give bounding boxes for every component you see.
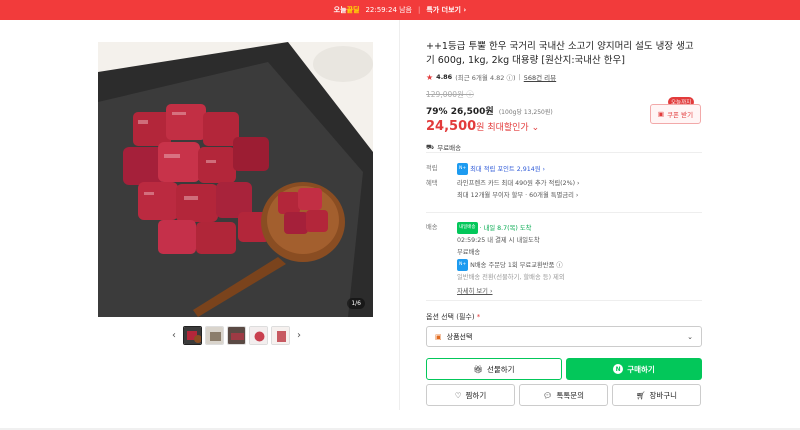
star-icon: ★ [426,72,434,82]
thumbnail-strip: ‹ › [168,324,305,346]
section-divider [426,212,702,213]
review-count-link[interactable]: 568건 리뷰 [524,72,556,82]
best-price: 24,500 [426,119,477,134]
coupon-label: 쿠폰 받기 [667,111,694,119]
top-deal-banner[interactable]: 오늘끝딜 22:59:24 남음 | 특가 더보기 › [0,0,800,20]
rating-score: 4.86 [436,73,453,81]
gift-button[interactable]: 🎁︎ 선물하기 [426,358,562,380]
thumbnail[interactable] [205,325,224,345]
points-key: 적립 [426,165,438,172]
naver-pay-icon: N [613,364,624,374]
column-divider [399,20,400,410]
exchange-info[interactable]: N배송 주문당 1회 무료교환반품 ⓘ [470,262,563,269]
npay-badge: N+ [457,163,469,175]
cart-icon: 🛒︎ [635,390,646,400]
wish-label: 찜하기 [465,390,487,400]
thumbnail[interactable] [271,325,290,345]
required-mark: * [476,313,481,321]
thumbnail[interactable] [249,325,268,345]
heart-icon: ♡ [454,390,462,400]
gift-icon: 🎁︎ [473,364,483,374]
section-divider [426,152,702,153]
coupon-button[interactable]: ▣ 쿠폰 받기 [650,104,701,124]
chevron-down-icon: ⌄ [687,332,693,341]
product-option-icon: ▣ [435,332,442,341]
beef-photo [98,42,373,317]
banner-separator: | [418,6,421,14]
section-divider [426,300,702,301]
arrival-date: · 내일 8.7(목) 도착 [479,225,532,232]
option-select-value: 상품선택 [446,332,473,341]
thumbnail[interactable] [183,325,202,345]
image-page-indicator: 1/6 [347,298,365,309]
shipping-text: 무료배송 [437,144,462,152]
benefit-card-link[interactable]: 라인프렌즈 카드 최대 490원 추가 적립(2%) › [457,178,697,190]
delivery-key: 배송 [426,224,438,231]
best-price-label: 원 최대할인가 ⌄ [476,123,540,133]
discount-percent: 79% [426,107,448,117]
talk-label: 톡톡문의 [556,390,585,400]
sale-price: 26,500원 [450,107,494,117]
deal-timer: 22:59:24 남음 [365,6,412,14]
buy-button[interactable]: N 구매하기 [566,358,702,380]
delivery-detail-link[interactable]: 자세히 보기 › [457,286,697,298]
option-label: 옵션 선택 (필수) * [426,313,481,321]
thumbnail[interactable] [227,325,246,345]
rating-detail: (최근 6개월 4.82 ⓘ) [455,74,516,82]
thumb-next-arrow-icon[interactable]: › [293,330,305,341]
tomorrow-delivery-badge: 내일배송 [457,222,478,234]
buy-label: 구매하기 [627,364,655,374]
unit-price: (100g당 13,250원) [498,109,553,116]
rating-separator: | [518,73,521,81]
original-price: 129,000원 ⓘ [426,90,474,99]
thumb-prev-arrow-icon[interactable]: ‹ [168,330,180,341]
talk-inquiry-button[interactable]: 💬︎ 톡톡문의 [519,384,608,406]
npay-badge: N+ [457,259,469,271]
gift-label: 선물하기 [486,364,515,374]
coupon-icon: ▣ [657,110,665,118]
product-summary: ++1등급 투뿔 한우 국거리 국내산 소고기 양지머리 설도 냉장 생고기 6… [426,40,702,152]
truck-icon: ⛟ [426,142,435,151]
shipping-row: ⛟ 무료배송 [426,142,702,153]
delivery-cutoff: 02:59:25 내 결제 시 내일도착 [457,237,540,244]
wish-button[interactable]: ♡ 찜하기 [426,384,515,406]
delivery-free: 무료배송 [457,249,481,256]
more-deals-link[interactable]: 특가 더보기 › [426,5,466,15]
benefit-installment-link[interactable]: 최대 12개월 무이자 할부 · 60개월 특별금리 › [457,190,697,202]
points-text: 최대 적립 포인트 2,914원 › [470,166,546,173]
points-value[interactable]: N+ 최대 적립 포인트 2,914원 › [457,163,697,176]
product-main-image[interactable]: 1/6 [98,42,373,317]
cart-button[interactable]: 🛒︎ 장바구니 [612,384,701,406]
delivery-note: 일반배송 전환(선물하기, 할배송 등) 제외 [457,274,565,281]
option-select[interactable]: ▣ 상품선택 ⌄ [426,326,702,347]
rating-row: ★ 4.86 (최근 6개월 4.82 ⓘ) | 568건 리뷰 [426,72,702,83]
benefit-key: 혜택 [426,180,438,187]
product-title: ++1등급 투뿔 한우 국거리 국내산 소고기 양지머리 설도 냉장 생고기 6… [426,41,694,66]
deal-logo: 오늘끝딜 [333,6,360,14]
cart-label: 장바구니 [649,390,678,400]
chat-bubble-icon: 💬︎ [542,390,553,400]
